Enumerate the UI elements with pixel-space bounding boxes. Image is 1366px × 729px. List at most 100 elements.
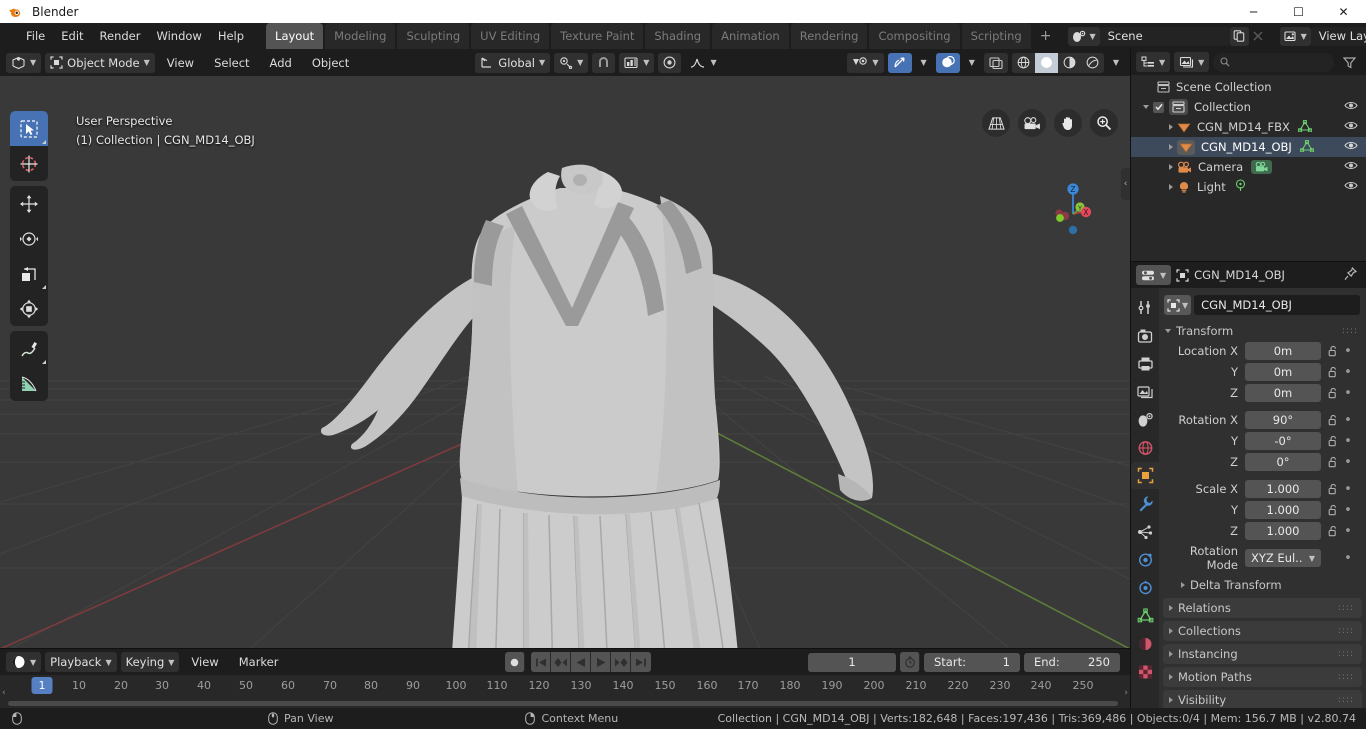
tool-transform[interactable]: [10, 291, 48, 326]
tab-modifiers[interactable]: [1131, 490, 1159, 517]
outliner-id-filter-button[interactable]: ▼: [1174, 52, 1210, 72]
editor-split-horizontal-right[interactable]: [1131, 261, 1366, 262]
jump-next-keyframe-button[interactable]: [611, 652, 632, 672]
tab-shading[interactable]: Shading: [645, 23, 711, 49]
property-value-field[interactable]: 1.000: [1245, 501, 1321, 519]
overlays-dropdown[interactable]: ▼: [964, 53, 980, 73]
visibility-eye-icon[interactable]: [1344, 120, 1358, 134]
tab-animation[interactable]: Animation: [712, 23, 789, 49]
panel-drag-handle[interactable]: ::::: [1338, 603, 1354, 612]
outliner-row-collection[interactable]: Collection: [1131, 97, 1366, 117]
delta-transform-panel-header[interactable]: Delta Transform: [1159, 575, 1366, 595]
panel-drag-handle[interactable]: ::::: [1338, 672, 1354, 681]
minimize-button[interactable]: ─: [1231, 0, 1276, 23]
tab-texture[interactable]: [1131, 658, 1159, 685]
auto-keying-toggle[interactable]: [505, 652, 526, 672]
lock-open-icon[interactable]: [1325, 456, 1341, 468]
viewport-canvas[interactable]: User Perspective (1) Collection | CGN_MD…: [0, 76, 1130, 649]
disclosure-triangle-right-icon[interactable]: [1169, 124, 1173, 130]
properties-breadcrumb[interactable]: CGN_MD14_OBJ: [1176, 268, 1285, 282]
animate-property-dot[interactable]: •: [1341, 434, 1355, 449]
collections-panel-header[interactable]: Collections ::::: [1163, 621, 1362, 641]
timeline-menu-marker[interactable]: Marker: [231, 652, 287, 672]
scene-name-field[interactable]: Scene: [1099, 26, 1230, 46]
outliner-editor[interactable]: ▼ ▼ Scene Collection Collection CGN_MD14…: [1131, 49, 1366, 261]
add-workspace-button[interactable]: +: [1033, 23, 1059, 49]
tab-uv-editing[interactable]: UV Editing: [471, 23, 550, 49]
tab-scripting[interactable]: Scripting: [961, 23, 1031, 49]
lock-open-icon[interactable]: [1325, 504, 1341, 516]
outliner-row-scene-collection[interactable]: Scene Collection: [1131, 77, 1366, 97]
tool-move[interactable]: [10, 186, 48, 221]
outliner-filter-button[interactable]: [1338, 52, 1361, 72]
mesh-data-icon[interactable]: [1297, 119, 1312, 135]
outliner-row-camera[interactable]: Camera: [1131, 157, 1366, 177]
tab-material[interactable]: [1131, 630, 1159, 657]
relations-panel-header[interactable]: Relations ::::: [1163, 598, 1362, 618]
viewport-sidebar-toggle[interactable]: ‹: [1121, 168, 1130, 200]
animate-property-dot[interactable]: •: [1341, 482, 1355, 497]
viewport-menu-add[interactable]: Add: [262, 53, 300, 73]
tab-data[interactable]: [1131, 602, 1159, 629]
menu-file[interactable]: File: [18, 26, 53, 46]
animate-property-dot[interactable]: •: [1341, 344, 1355, 359]
object-mode-dropdown[interactable]: Object Mode ▼: [45, 52, 155, 73]
visibility-panel-header[interactable]: Visibility ::::: [1163, 690, 1362, 708]
timeline-menu-keying[interactable]: Keying ▼: [120, 652, 180, 672]
animate-property-dot[interactable]: •: [1341, 551, 1355, 566]
timeline-horizontal-scrollbar[interactable]: [8, 701, 1118, 706]
menu-render[interactable]: Render: [92, 26, 149, 46]
camera-data-icon[interactable]: [1251, 160, 1273, 174]
properties-editor[interactable]: ▼ CGN_MD14_OBJ ▼ CGN_MD14_OBJ Transform …: [1131, 262, 1366, 708]
lock-open-icon[interactable]: [1325, 435, 1341, 447]
tab-view-layer[interactable]: [1131, 378, 1159, 405]
tab-texture-paint[interactable]: Texture Paint: [551, 23, 644, 49]
tool-annotate[interactable]: [10, 331, 48, 366]
tab-object[interactable]: [1131, 462, 1159, 489]
view-layer-browse-button[interactable]: ▼: [1279, 26, 1311, 46]
tab-tool[interactable]: [1131, 294, 1159, 321]
property-value-field[interactable]: 0m: [1245, 342, 1321, 360]
lock-open-icon[interactable]: [1325, 366, 1341, 378]
lock-open-icon[interactable]: [1325, 525, 1341, 537]
timeline-ruler[interactable]: 1 10 20 30 40 50 60 70 80 90 100 110 120…: [0, 675, 1130, 708]
tab-render[interactable]: [1131, 322, 1159, 349]
gizmo-toggle-button[interactable]: [887, 52, 912, 73]
transform-panel-header[interactable]: Transform ::::: [1159, 321, 1366, 341]
play-reverse-button[interactable]: [571, 652, 592, 672]
camera-view-button[interactable]: [1018, 109, 1046, 137]
tab-output[interactable]: [1131, 350, 1159, 377]
object-visibility-dropdown[interactable]: ▼: [847, 52, 884, 73]
visibility-eye-icon[interactable]: [1344, 140, 1358, 154]
zoom-view-button[interactable]: [1090, 109, 1118, 137]
motion-paths-panel-header[interactable]: Motion Paths ::::: [1163, 667, 1362, 687]
outliner-row-cgn-md14-obj[interactable]: CGN_MD14_OBJ: [1131, 137, 1366, 157]
view-layer-name-field[interactable]: View Layer: [1310, 26, 1366, 46]
viewport-menu-select[interactable]: Select: [206, 53, 257, 73]
panel-drag-handle[interactable]: ::::: [1342, 326, 1358, 335]
disclosure-triangle-right-icon[interactable]: [1169, 164, 1173, 170]
jump-prev-keyframe-button[interactable]: [551, 652, 572, 672]
timeline-playhead[interactable]: 1: [31, 677, 53, 694]
menu-help[interactable]: Help: [210, 26, 252, 46]
panel-drag-handle[interactable]: ::::: [1338, 695, 1354, 704]
visibility-eye-icon[interactable]: [1344, 160, 1358, 174]
animate-property-dot[interactable]: •: [1341, 524, 1355, 539]
tool-select-box[interactable]: [10, 111, 48, 146]
tool-scale[interactable]: [10, 256, 48, 291]
timeline-menu-view[interactable]: View: [183, 652, 226, 672]
panel-drag-handle[interactable]: ::::: [1338, 626, 1354, 635]
lock-open-icon[interactable]: [1325, 387, 1341, 399]
animate-property-dot[interactable]: •: [1341, 503, 1355, 518]
timeline-menu-playback[interactable]: Playback ▼: [45, 652, 117, 672]
object-name-input[interactable]: CGN_MD14_OBJ: [1194, 295, 1360, 315]
overlays-toggle-button[interactable]: [935, 52, 960, 73]
lock-open-icon[interactable]: [1325, 414, 1341, 426]
close-button[interactable]: ✕: [1321, 0, 1366, 23]
tab-modeling[interactable]: Modeling: [325, 23, 396, 49]
shading-rendered-button[interactable]: [1081, 53, 1104, 73]
outliner-row-cgn-md14-fbx[interactable]: CGN_MD14_FBX: [1131, 117, 1366, 137]
light-data-icon[interactable]: [1234, 179, 1247, 195]
pan-view-button[interactable]: [1054, 109, 1082, 137]
timeline-scroll-right-icon[interactable]: ›: [1124, 688, 1128, 698]
